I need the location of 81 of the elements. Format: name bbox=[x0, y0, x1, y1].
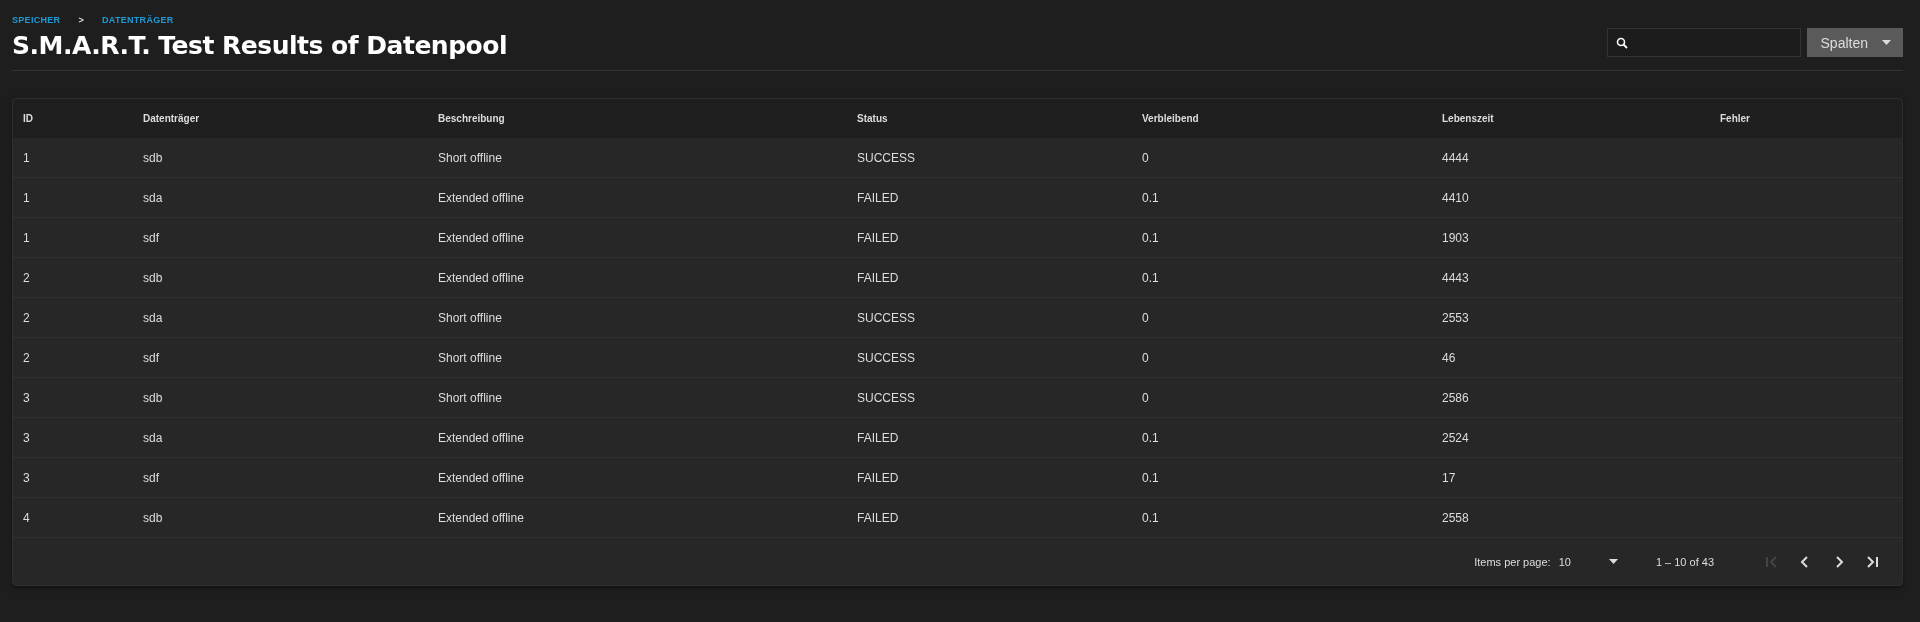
table-cell-text: 3 bbox=[22, 390, 31, 405]
table-cell-text: sda bbox=[142, 310, 164, 325]
table-cell-text: SUCCESS bbox=[856, 310, 916, 325]
table-cell-text: sdf bbox=[142, 350, 160, 365]
table-cell-text: 0.1 bbox=[1141, 270, 1160, 285]
table-cell-text: 1 bbox=[22, 150, 31, 165]
table-cell-text: sdf bbox=[142, 470, 160, 485]
table-cell-text: 0 bbox=[1141, 350, 1150, 365]
table-cell-text: sdb bbox=[142, 150, 164, 165]
table-cell-text: Short offline bbox=[437, 350, 503, 365]
page-range: 1 – 10 of 43 bbox=[1655, 555, 1714, 568]
table-cell-text: 4 bbox=[22, 510, 31, 525]
table-cell-text: FAILED bbox=[856, 270, 900, 285]
table-cell-text: 3 bbox=[22, 430, 31, 445]
column-header[interactable]: Status bbox=[847, 113, 1132, 124]
column-header[interactable]: Verbleibend bbox=[1132, 113, 1432, 124]
table-cell-text: SUCCESS bbox=[856, 350, 916, 365]
table-cell-text: 1 bbox=[22, 230, 31, 245]
items-per-page-label: Items per page: bbox=[1474, 555, 1551, 568]
table-cell-text: SUCCESS bbox=[856, 150, 916, 165]
table-cell-text: Extended offline bbox=[437, 190, 525, 205]
table-cell-text: sdb bbox=[142, 270, 164, 285]
table-cell-text: 0 bbox=[1141, 310, 1150, 325]
table-cell-text: 4444 bbox=[1441, 150, 1470, 165]
table-cell-text: 0 bbox=[1141, 150, 1150, 165]
table-cell-text: 46 bbox=[1441, 350, 1457, 365]
chevron-bar-icon bbox=[1865, 553, 1881, 570]
table-cell-text: 17 bbox=[1441, 470, 1457, 485]
search-icon bbox=[1615, 36, 1628, 49]
table-cell-text: FAILED bbox=[856, 470, 900, 485]
table-cell-text: 0.1 bbox=[1141, 470, 1160, 485]
search-field[interactable] bbox=[1606, 28, 1801, 57]
table-cell-text: 1903 bbox=[1441, 230, 1470, 245]
table-cell-text: 3 bbox=[22, 470, 31, 485]
column-header[interactable]: ID bbox=[13, 113, 133, 124]
table-cell-text: 2524 bbox=[1441, 430, 1470, 445]
table-cell-text: 2 bbox=[22, 270, 31, 285]
columns-dropdown-button[interactable]: Spalten bbox=[1806, 28, 1903, 57]
table-cell-text: Extended offline bbox=[437, 430, 525, 445]
page-size-select[interactable]: 10 bbox=[1558, 555, 1618, 568]
column-header[interactable]: Lebenszeit bbox=[1432, 113, 1710, 124]
table-cell-text: 2553 bbox=[1441, 310, 1470, 325]
table-cell-text: 0.1 bbox=[1141, 510, 1160, 525]
table-cell-text: Extended offline bbox=[437, 230, 525, 245]
table-cell-text: Extended offline bbox=[437, 470, 525, 485]
caret-icon bbox=[1882, 40, 1891, 45]
table-cell-text: 0.1 bbox=[1141, 190, 1160, 205]
table-cell-text: 0.1 bbox=[1141, 230, 1160, 245]
table-cell-text: sdb bbox=[142, 390, 164, 405]
column-header[interactable]: Datenträger bbox=[133, 113, 428, 124]
table-cell-text: 2558 bbox=[1441, 510, 1470, 525]
breadcrumb-separator: > bbox=[78, 15, 84, 25]
table-cell-text: 0.1 bbox=[1141, 430, 1160, 445]
table-cell-text: Short offline bbox=[437, 390, 503, 405]
table-cell-text: FAILED bbox=[856, 190, 900, 205]
column-header[interactable]: Beschreibung bbox=[428, 113, 847, 124]
table-cell-text: 2 bbox=[22, 350, 31, 365]
table-cell-text: 0 bbox=[1141, 390, 1150, 405]
column-header[interactable]: Fehler bbox=[1710, 113, 1902, 124]
table-cell-text: Extended offline bbox=[437, 270, 525, 285]
table-cell-text: 4443 bbox=[1441, 270, 1470, 285]
table-cell-text: Short offline bbox=[437, 310, 503, 325]
chevron-bar-icon bbox=[1763, 553, 1779, 570]
table-cell-text: sdf bbox=[142, 230, 160, 245]
table-cell-text: sdb bbox=[142, 510, 164, 525]
table-cell-text: 2586 bbox=[1441, 390, 1470, 405]
table-cell-text: FAILED bbox=[856, 510, 900, 525]
table-cell-text: Short offline bbox=[437, 150, 503, 165]
page-title: S.M.A.R.T. Test Results of Datenpool bbox=[12, 31, 507, 60]
caret-icon bbox=[1608, 559, 1618, 564]
table-cell-text: 2 bbox=[22, 310, 31, 325]
table-cell-text: FAILED bbox=[856, 230, 900, 245]
table-cell-text: FAILED bbox=[856, 430, 900, 445]
table-cell-text: sda bbox=[142, 190, 164, 205]
table-cell-text: Extended offline bbox=[437, 510, 525, 525]
table-cell-text: 4410 bbox=[1441, 190, 1470, 205]
table-cell-text: 1 bbox=[22, 190, 31, 205]
table-cell-text: SUCCESS bbox=[856, 390, 916, 405]
table-cell-text: sda bbox=[142, 430, 164, 445]
breadcrumb-link[interactable]: SPEICHER bbox=[12, 15, 61, 25]
breadcrumb-link[interactable]: DATENTRÄGER bbox=[102, 15, 174, 25]
